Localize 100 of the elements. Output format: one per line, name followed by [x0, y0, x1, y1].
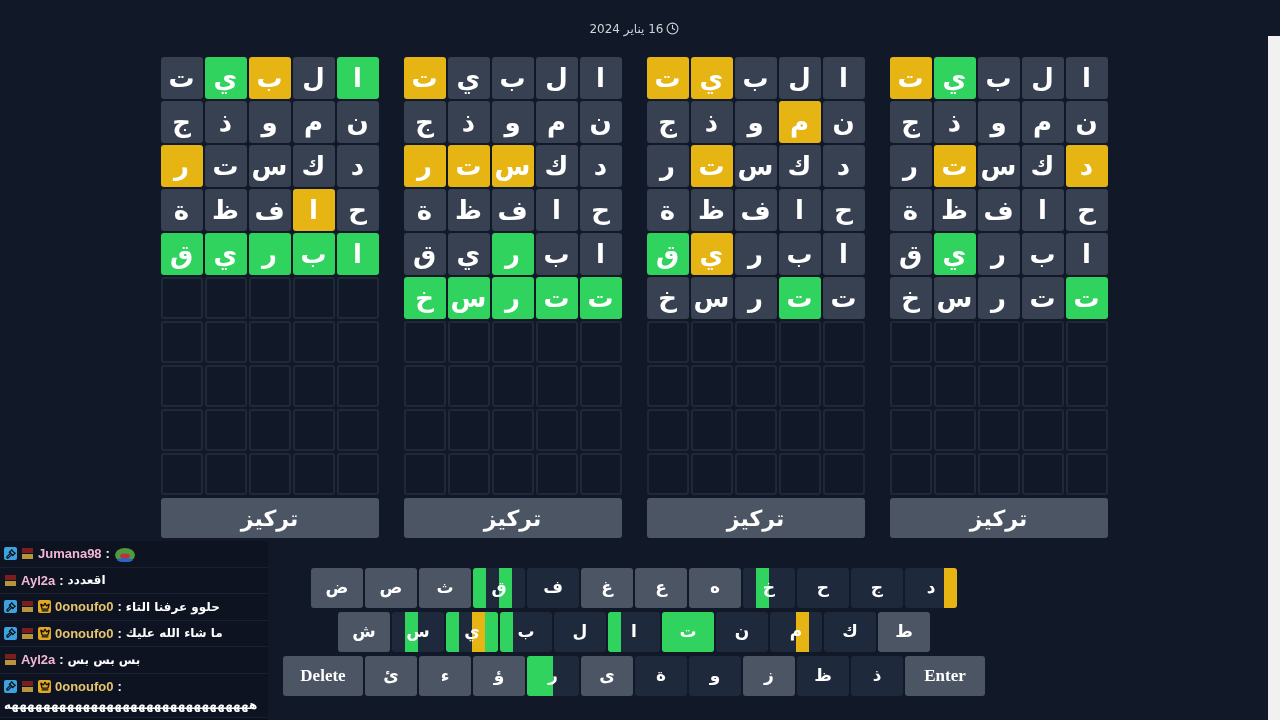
keyboard-key[interactable]: م: [770, 612, 822, 652]
letter-tile: ي: [447, 233, 490, 275]
letter-tile: ر: [160, 145, 203, 187]
chat-message: اقعددد: [67, 572, 106, 590]
letter-tile: ي: [690, 233, 733, 275]
keyboard-key[interactable]: Enter: [905, 656, 985, 696]
letter-tile: ة: [646, 189, 689, 231]
letter-tile: ت: [690, 145, 733, 187]
keyboard-key[interactable]: ف: [527, 568, 579, 608]
focus-button[interactable]: تركيز: [160, 498, 379, 538]
letter-tile: ت: [579, 277, 622, 319]
keyboard-key[interactable]: ك: [824, 612, 876, 652]
letter-tile: ا: [535, 189, 578, 231]
letter-tile: ذ: [204, 101, 247, 143]
keyboard-key[interactable]: ش: [338, 612, 390, 652]
letter-tile: ت: [403, 57, 446, 99]
letter-tile: د: [579, 145, 622, 187]
moderator-icon: [4, 600, 17, 614]
moderator-icon: [4, 547, 17, 561]
keyboard-key[interactable]: ه: [689, 568, 741, 608]
keyboard-key[interactable]: ن: [716, 612, 768, 652]
focus-button[interactable]: تركيز: [889, 498, 1108, 538]
keyboard-key[interactable]: ل: [554, 612, 606, 652]
keyboard-key[interactable]: ظ: [797, 656, 849, 696]
keyboard-key[interactable]: ذ: [851, 656, 903, 696]
letter-tile: و: [977, 101, 1020, 143]
keyboard-key[interactable]: ؤ: [473, 656, 525, 696]
frog-emote-icon: [113, 545, 136, 562]
letter-tile: ر: [889, 145, 932, 187]
letter-tile: ل: [1021, 57, 1064, 99]
letter-tile: س: [690, 277, 733, 319]
letter-tile: ر: [734, 233, 777, 275]
moderator-icon: [4, 626, 17, 640]
focus-button[interactable]: تركيز: [403, 498, 622, 538]
letter-tile: ج: [160, 101, 203, 143]
letter-tile: ب: [977, 57, 1020, 99]
letter-tile: س: [933, 277, 976, 319]
keyboard-key[interactable]: و: [689, 656, 741, 696]
crown-icon: [38, 626, 51, 640]
letter-tile: م: [535, 101, 578, 143]
keyboard-key[interactable]: ض: [311, 568, 363, 608]
keyboard-key[interactable]: ء: [419, 656, 471, 696]
letter-tile: ب: [248, 57, 291, 99]
letter-tile: ف: [491, 189, 534, 231]
letter-tile: ي: [204, 57, 247, 99]
letter-tile: ظ: [690, 189, 733, 231]
letter-tile: ظ: [933, 189, 976, 231]
chat-message: حلوو عرفنا التاء: [125, 598, 220, 616]
letter-tile: د: [336, 145, 379, 187]
keyboard-key[interactable]: ز: [743, 656, 795, 696]
letter-tile: ح: [822, 189, 865, 231]
keyboard-key[interactable]: ة: [635, 656, 687, 696]
keyboard-key[interactable]: ط: [878, 612, 930, 652]
keyboard-key[interactable]: Delete: [283, 656, 363, 696]
scrollbar[interactable]: [1268, 36, 1280, 720]
keyboard-key[interactable]: ج: [851, 568, 903, 608]
keyboard-key[interactable]: ا: [608, 612, 660, 652]
letter-tile: خ: [646, 277, 689, 319]
letter-tile: ف: [977, 189, 1020, 231]
letter-tile: خ: [403, 277, 446, 319]
letter-tile: ر: [977, 277, 1020, 319]
keyboard-key[interactable]: د: [905, 568, 957, 608]
letter-tile: ي: [690, 57, 733, 99]
keyboard-key[interactable]: ئ: [365, 656, 417, 696]
keyboard-key[interactable]: ح: [797, 568, 849, 608]
keyboard-key[interactable]: ع: [635, 568, 687, 608]
letter-tile: ن: [579, 101, 622, 143]
chat-separator: :: [117, 677, 122, 696]
chat-separator: :: [105, 545, 110, 563]
chat-message: هههههههههههههههههههههههههههههههه: [4, 697, 258, 714]
letter-tile: ح: [579, 189, 622, 231]
chat-message: بس بس بس: [67, 651, 141, 669]
letter-tile: ت: [535, 277, 578, 319]
letter-tile: ا: [336, 233, 379, 275]
keyboard-key[interactable]: ث: [419, 568, 471, 608]
letter-tile: د: [822, 145, 865, 187]
letter-tile: ظ: [447, 189, 490, 231]
chat-separator: :: [117, 624, 122, 643]
letter-tile: ك: [1021, 145, 1064, 187]
letter-tile: ك: [778, 145, 821, 187]
letter-tile: ج: [646, 101, 689, 143]
letter-tile: ق: [889, 233, 932, 275]
letter-tile: ر: [734, 277, 777, 319]
badge-icon: [4, 653, 17, 667]
letter-tile: ن: [822, 101, 865, 143]
keyboard-key[interactable]: ص: [365, 568, 417, 608]
letter-tile: ر: [491, 277, 534, 319]
letter-tile: س: [734, 145, 777, 187]
keyboard-key[interactable]: ى: [581, 656, 633, 696]
keyboard-key[interactable]: غ: [581, 568, 633, 608]
letter-tile: ا: [336, 57, 379, 99]
letter-tile: ل: [778, 57, 821, 99]
keyboard-key[interactable]: ب: [500, 612, 552, 652]
letter-tile: ي: [447, 57, 490, 99]
letter-tile: ذ: [447, 101, 490, 143]
letter-tile: ك: [292, 145, 335, 187]
badge-icon: [21, 600, 34, 614]
letter-tile: ا: [292, 189, 335, 231]
letter-tile: ك: [535, 145, 578, 187]
focus-button[interactable]: تركيز: [646, 498, 865, 538]
